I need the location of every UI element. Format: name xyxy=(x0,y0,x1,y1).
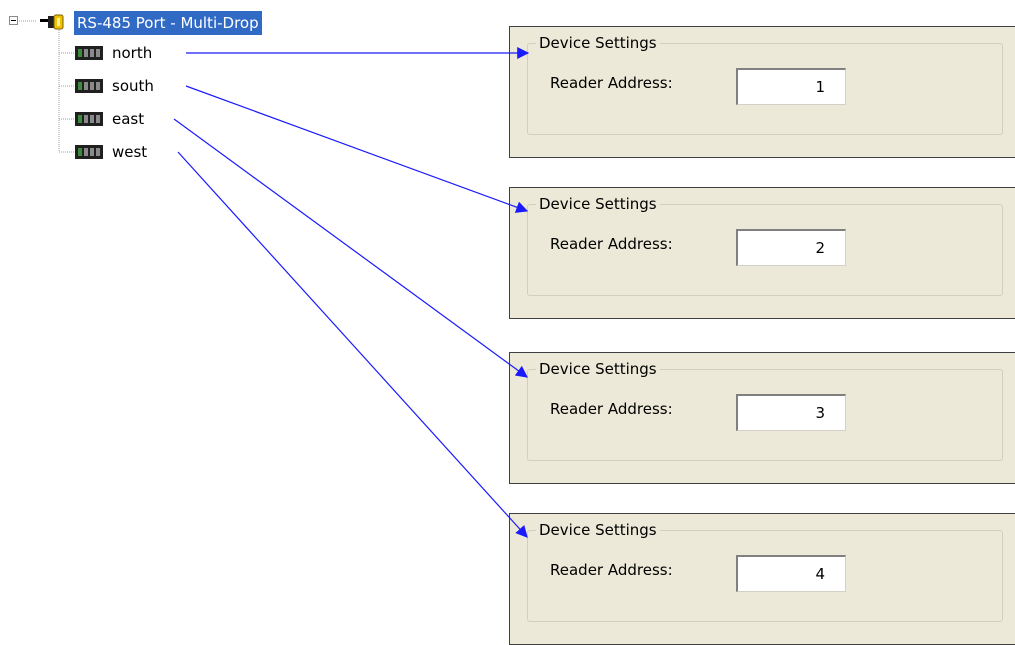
groupbox-title: Device Settings xyxy=(536,32,660,54)
tree-item-west[interactable]: west xyxy=(74,140,214,164)
reader-address-label: Reader Address: xyxy=(550,561,673,579)
device-tree: RS-485 Port - Multi-Drop north south eas… xyxy=(0,0,330,170)
reader-device-icon xyxy=(74,144,104,160)
tree-item-label: east xyxy=(112,110,145,128)
collapse-minus-icon[interactable] xyxy=(9,16,18,25)
tree-item-south[interactable]: south xyxy=(74,74,214,98)
tree-item-label: north xyxy=(112,44,153,62)
device-settings-panel-south: Device Settings Reader Address: 2 xyxy=(509,187,1015,319)
reader-address-input[interactable]: 1 xyxy=(736,68,846,105)
groupbox-title: Device Settings xyxy=(536,358,660,380)
tree-item-north[interactable]: north xyxy=(74,41,214,65)
device-settings-panel-east: Device Settings Reader Address: 3 xyxy=(509,352,1015,484)
serial-port-icon xyxy=(38,14,68,30)
reader-device-icon xyxy=(74,111,104,127)
reader-device-icon xyxy=(74,78,104,94)
tree-item-label: west xyxy=(112,143,148,161)
device-settings-panel-north: Device Settings Reader Address: 1 xyxy=(509,26,1015,158)
tree-root-label[interactable]: RS-485 Port - Multi-Drop xyxy=(74,11,262,35)
reader-address-input[interactable]: 4 xyxy=(736,555,846,592)
reader-device-icon xyxy=(74,45,104,61)
reader-address-input[interactable]: 2 xyxy=(736,229,846,266)
groupbox-title: Device Settings xyxy=(536,193,660,215)
reader-address-label: Reader Address: xyxy=(550,74,673,92)
device-settings-panel-west: Device Settings Reader Address: 4 xyxy=(509,513,1015,645)
reader-address-label: Reader Address: xyxy=(550,400,673,418)
arrow-west xyxy=(177,151,528,538)
tree-item-east[interactable]: east xyxy=(74,107,214,131)
tree-item-label: south xyxy=(112,77,154,95)
groupbox-title: Device Settings xyxy=(536,519,660,541)
reader-address-label: Reader Address: xyxy=(550,235,673,253)
reader-address-input[interactable]: 3 xyxy=(736,394,846,431)
